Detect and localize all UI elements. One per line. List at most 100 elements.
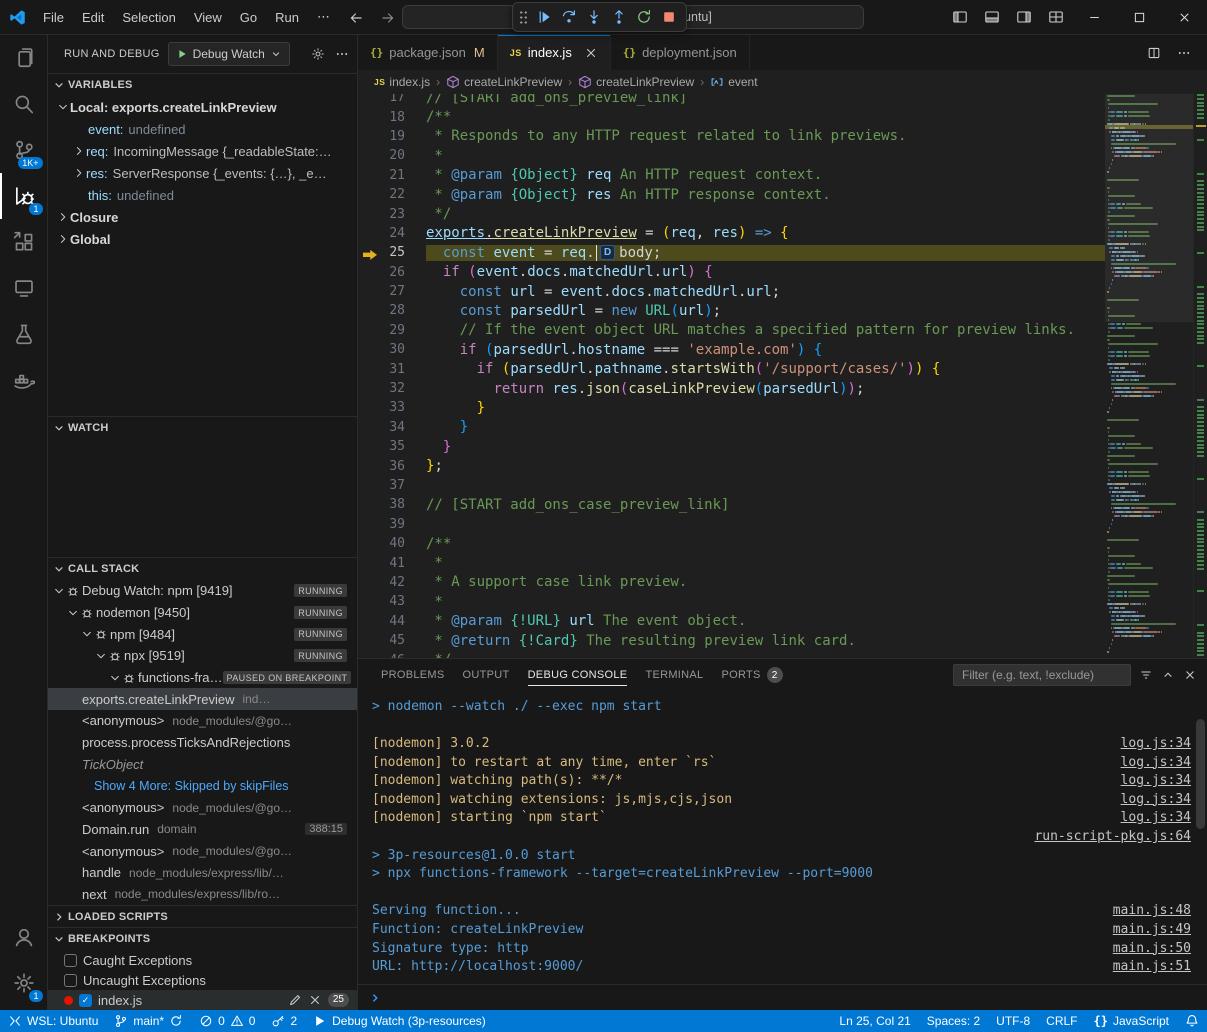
callstack-frame-row[interactable]: nextnode_modules/express/lib/ro… xyxy=(48,884,357,905)
callstack-session-row[interactable]: npx [9519]RUNNING xyxy=(48,645,357,667)
callstack-session-row[interactable]: functions-fra…PAUSED ON BREAKPOINT xyxy=(48,667,357,689)
debug-console-output[interactable]: > nodemon --watch ./ --exec npm start [no… xyxy=(358,691,1207,984)
status-eol[interactable]: CRLF xyxy=(1038,1010,1085,1032)
source-link[interactable]: run-script-pkg.js:64 xyxy=(1034,829,1191,844)
toggle-secondary-sidebar-icon[interactable] xyxy=(1008,9,1040,25)
variables-header[interactable]: VARIABLES xyxy=(48,74,357,96)
activity-run-and-debug[interactable]: 1 xyxy=(0,173,48,219)
panel-tab-output[interactable]: OUTPUT xyxy=(454,659,519,691)
activity-manage[interactable]: 1 xyxy=(0,960,48,1006)
panel-tab-ports[interactable]: PORTS2 xyxy=(712,659,791,691)
panel-tab-problems[interactable]: PROBLEMS xyxy=(372,659,454,691)
activity-search[interactable] xyxy=(0,81,48,127)
code-line-46[interactable]: 46 */ xyxy=(358,650,1105,658)
close-icon[interactable] xyxy=(308,993,322,1007)
console-line[interactable]: > nodemon --watch ./ --exec npm start xyxy=(372,697,1207,716)
breadcrumb-createLinkPreview[interactable]: createLinkPreview xyxy=(578,75,694,89)
code-line-23[interactable]: 23 */ xyxy=(358,204,1105,223)
callstack-frame-row[interactable]: exports.createLinkPreviewind… xyxy=(48,688,357,710)
breadcrumb-event[interactable]: event xyxy=(710,75,757,89)
callstack-frame-row[interactable]: handlenode_modules/express/lib/… xyxy=(48,862,357,884)
console-line[interactable]: > npx functions-framework --target=creat… xyxy=(372,864,1207,883)
breakpoints-header[interactable]: BREAKPOINTS xyxy=(48,928,357,950)
console-line[interactable]: [nodemon] starting `npm start`log.js:34 xyxy=(372,809,1207,828)
callstack-skip-link-row[interactable]: Show 4 More: Skipped by skipFiles xyxy=(48,775,357,797)
more-menus-button[interactable]: ⋯ xyxy=(308,5,339,29)
code-line-43[interactable]: 43 * xyxy=(358,592,1105,611)
menu-selection[interactable]: Selection xyxy=(113,6,184,29)
start-debug-icon[interactable] xyxy=(176,48,188,60)
code-line-25[interactable]: 25 const event = req.Dbody; xyxy=(358,243,1105,262)
status-language[interactable]: {}JavaScript xyxy=(1086,1010,1177,1032)
variable-row[interactable]: res:ServerResponse {_events: {…}, _e… xyxy=(48,162,357,184)
go-back-icon[interactable] xyxy=(348,10,364,26)
close-tab-button[interactable] xyxy=(584,46,598,60)
code-line-22[interactable]: 22 * @param {Object} res An HTTP respons… xyxy=(358,185,1105,204)
activity-explorer[interactable] xyxy=(0,35,48,81)
drag-grip-icon[interactable] xyxy=(519,10,528,25)
code-line-35[interactable]: 35 } xyxy=(358,437,1105,456)
callstack-frame-row[interactable]: <anonymous>node_modules/@go… xyxy=(48,840,357,862)
code-line-40[interactable]: 40/** xyxy=(358,534,1105,553)
views-more-actions-icon[interactable] xyxy=(335,47,349,61)
status-remote[interactable]: WSL: Ubuntu xyxy=(0,1010,106,1032)
code-line-31[interactable]: 31 if (parsedUrl.pathname.startsWith('/s… xyxy=(358,359,1105,378)
activity-docker[interactable] xyxy=(0,357,48,403)
breadcrumb-index.js[interactable]: JSindex.js xyxy=(374,75,430,89)
console-line[interactable]: run-script-pkg.js:64 xyxy=(372,827,1207,846)
breakpoint-row[interactable]: Uncaught Exceptions xyxy=(48,970,357,990)
source-link[interactable]: log.js:34 xyxy=(1121,736,1191,751)
step-into-button[interactable] xyxy=(582,5,606,29)
loaded-scripts-header[interactable]: LOADED SCRIPTS xyxy=(48,906,357,927)
tab-deployment.json[interactable]: {}deployment.json xyxy=(611,35,750,70)
code-line-28[interactable]: 28 const parsedUrl = new URL(url); xyxy=(358,301,1105,320)
source-link[interactable]: log.js:34 xyxy=(1121,792,1191,807)
console-line[interactable]: Serving function...main.js:48 xyxy=(372,902,1207,921)
watch-header[interactable]: WATCH xyxy=(48,417,357,439)
breakpoint-row[interactable]: Caught Exceptions xyxy=(48,950,357,970)
console-line[interactable]: URL: http://localhost:9000/main.js:51 xyxy=(372,957,1207,976)
code-line-33[interactable]: 33 } xyxy=(358,398,1105,417)
callstack-session-row[interactable]: Debug Watch: npm [9419]RUNNING xyxy=(48,580,357,602)
close-panel-icon[interactable] xyxy=(1183,668,1197,682)
variable-row[interactable]: Local: exports.createLinkPreview xyxy=(48,96,357,118)
source-link[interactable]: main.js:49 xyxy=(1113,922,1191,937)
step-over-button[interactable] xyxy=(557,5,581,29)
variable-row[interactable]: event:undefined xyxy=(48,118,357,140)
code-line-37[interactable]: 37 xyxy=(358,476,1105,495)
menu-go[interactable]: Go xyxy=(231,6,266,29)
source-link[interactable]: log.js:34 xyxy=(1121,773,1191,788)
code-line-21[interactable]: 21 * @param {Object} req An HTTP request… xyxy=(358,166,1105,185)
code-line-45[interactable]: 45 * @return {!Card} The resulting previ… xyxy=(358,631,1105,650)
code-line-30[interactable]: 30 if (parsedUrl.hostname === 'example.c… xyxy=(358,340,1105,359)
console-line[interactable]: [nodemon] watching path(s): **/*log.js:3… xyxy=(372,771,1207,790)
status-problems[interactable]: 00 xyxy=(191,1010,263,1032)
code-line-36[interactable]: 36}; xyxy=(358,456,1105,475)
restart-button[interactable] xyxy=(632,5,656,29)
variable-row[interactable]: req:IncomingMessage {_readableState:… xyxy=(48,140,357,162)
debug-settings-gear-icon[interactable] xyxy=(311,47,325,61)
panel-scrollbar[interactable] xyxy=(1196,719,1205,829)
source-link[interactable]: log.js:34 xyxy=(1121,755,1191,770)
activity-testing[interactable] xyxy=(0,311,48,357)
console-line[interactable]: > 3p-resources@1.0.0 start xyxy=(372,846,1207,865)
code-pane[interactable]: 17// [START add_ons_preview_link]18/**19… xyxy=(358,94,1105,658)
maximize-panel-icon[interactable] xyxy=(1161,668,1175,682)
source-link[interactable]: log.js:34 xyxy=(1121,810,1191,825)
console-filter-input[interactable] xyxy=(953,664,1131,686)
code-line-24[interactable]: 24exports.createLinkPreview = (req, res)… xyxy=(358,224,1105,243)
toggle-panel-icon[interactable] xyxy=(976,9,1008,25)
pencil-icon[interactable] xyxy=(288,993,302,1007)
customize-layout-icon[interactable] xyxy=(1040,9,1072,25)
code-line-44[interactable]: 44 * @param {!URL} url The event object. xyxy=(358,612,1105,631)
continue-button[interactable] xyxy=(532,5,556,29)
breakpoint-row[interactable]: ✓index.js25 xyxy=(48,990,357,1010)
launch-config-select[interactable]: Debug Watch xyxy=(168,42,290,66)
tab-package.json[interactable]: {}package.jsonM xyxy=(358,35,498,70)
source-link[interactable]: main.js:50 xyxy=(1113,941,1191,956)
code-line-41[interactable]: 41 * xyxy=(358,553,1105,572)
menu-edit[interactable]: Edit xyxy=(73,6,113,29)
inline-suggestion[interactable]: Dbody; xyxy=(600,245,661,261)
code-line-34[interactable]: 34 } xyxy=(358,418,1105,437)
maximize-button[interactable] xyxy=(1117,0,1162,35)
